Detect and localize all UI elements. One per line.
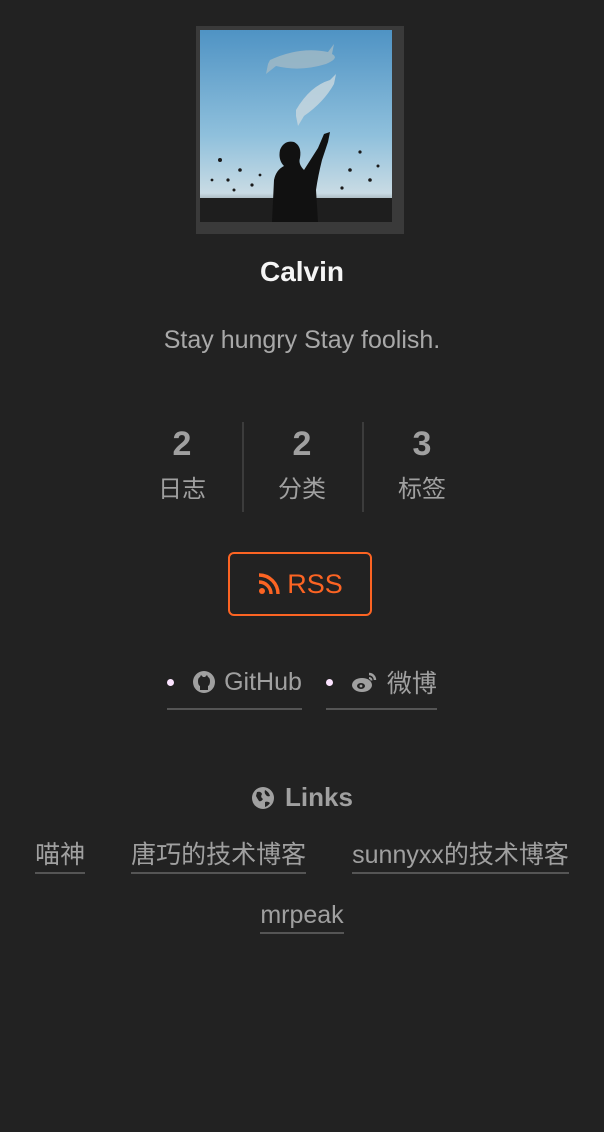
author-description: Stay hungry Stay foolish. bbox=[163, 326, 441, 354]
link-item[interactable]: 喵神 bbox=[35, 840, 86, 874]
stat-posts[interactable]: 2 日志 bbox=[122, 420, 242, 512]
social-link-github[interactable]: GitHub bbox=[167, 664, 302, 710]
author-name: Calvin bbox=[259, 256, 345, 287]
stat-tags-label: 标签 bbox=[398, 476, 446, 503]
social-label-github: GitHub bbox=[224, 667, 302, 696]
stat-categories-label: 分类 bbox=[278, 476, 326, 503]
stat-posts-count: 2 bbox=[172, 425, 192, 463]
avatar-image bbox=[200, 30, 392, 222]
link-item[interactable]: sunnyxx的技术博客 bbox=[352, 840, 569, 874]
rss-icon bbox=[259, 573, 280, 595]
rss-button[interactable]: RSS bbox=[228, 552, 372, 616]
social-label-weibo: 微博 bbox=[386, 670, 437, 698]
link-item[interactable]: mrpeak bbox=[260, 900, 344, 934]
weibo-icon bbox=[351, 672, 377, 692]
stat-categories[interactable]: 2 分类 bbox=[242, 420, 362, 512]
social-link-weibo[interactable]: 微博 bbox=[325, 664, 437, 710]
globe-icon bbox=[252, 786, 275, 809]
avatar bbox=[196, 26, 404, 234]
github-icon bbox=[193, 671, 216, 693]
link-item[interactable]: 唐巧的技术博客 bbox=[131, 840, 307, 874]
stat-posts-label: 日志 bbox=[158, 476, 206, 503]
stat-tags-count: 3 bbox=[412, 425, 432, 463]
links-list: 喵神 唐巧的技术博客 sunnyxx的技术博客 mrpeak bbox=[0, 840, 604, 934]
bullet bbox=[325, 678, 333, 686]
links-title-label: Links bbox=[285, 782, 353, 812]
stat-categories-count: 2 bbox=[292, 425, 312, 463]
sidebar: Calvin Stay hungry Stay foolish. 2 日志 2 … bbox=[0, 0, 604, 1132]
rss-label: RSS bbox=[287, 568, 343, 599]
site-stats: 2 日志 2 分类 3 标签 bbox=[122, 420, 482, 512]
social-links: GitHub 微博 bbox=[0, 664, 604, 710]
bullet bbox=[167, 678, 175, 686]
links-title: Links bbox=[0, 782, 604, 813]
stat-tags[interactable]: 3 标签 bbox=[362, 420, 482, 512]
